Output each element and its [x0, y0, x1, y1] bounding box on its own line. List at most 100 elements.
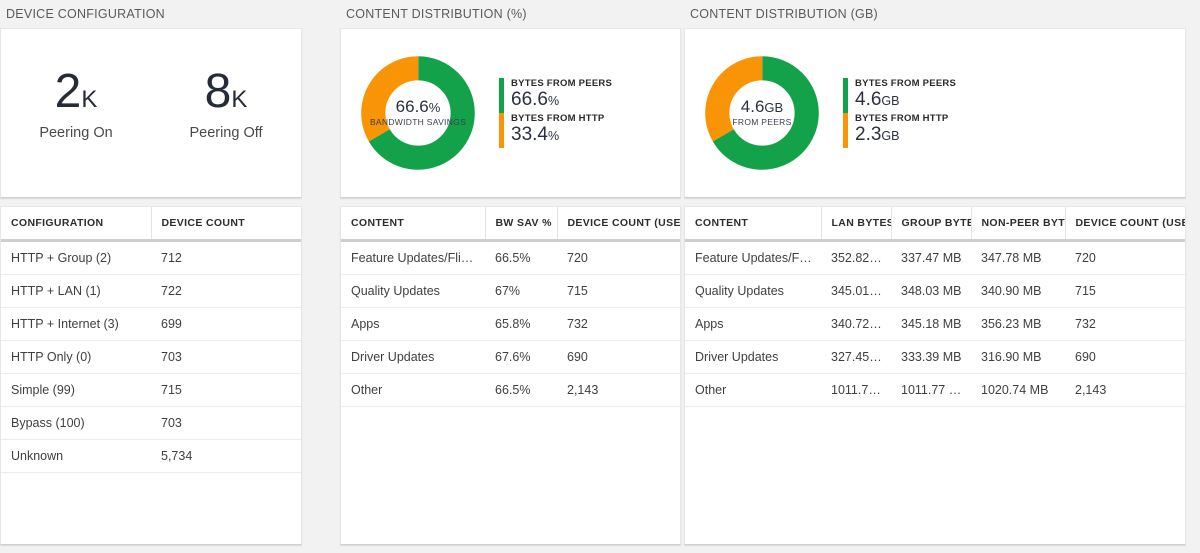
legend-item-bytes-from-peers[interactable]: BYTES FROM PEERS 66.6%: [499, 78, 612, 113]
table-cell: Other: [341, 373, 485, 407]
table-cell: Quality Updates: [685, 274, 821, 308]
legend-unit-bytes-from-peers: %: [547, 94, 560, 109]
kpi-peering-off-number: 8: [204, 64, 232, 118]
legend-item-bytes-from-http[interactable]: BYTES FROM HTTP 33.4%: [499, 113, 612, 148]
table-row[interactable]: Apps 65.8% 732: [341, 307, 680, 341]
table-row[interactable]: HTTP Only (0) 703: [1, 340, 301, 374]
table-cell: 690: [1065, 340, 1185, 374]
legend-texts: BYTES FROM HTTP 2.3GB: [855, 113, 948, 148]
table-cell: 337.47 MB: [891, 240, 971, 275]
table-cell: 720: [557, 240, 680, 275]
table-cell: 67.6%: [485, 340, 557, 374]
legend-texts: BYTES FROM PEERS 66.6%: [511, 78, 612, 113]
table-row[interactable]: Other 1011.75... 1011.77 MB 1020.74 MB 2,143: [685, 373, 1185, 407]
table-cell: 5,734: [151, 439, 301, 473]
table-cell: 1020.74 MB: [971, 373, 1065, 407]
table-cell: 340.90 MB: [971, 274, 1065, 308]
table-row[interactable]: Feature Updates/Flights 352.82 MB 337.47 M…: [685, 240, 1185, 275]
kpi-peering-on: 2K Peering On: [11, 67, 141, 141]
table-cell: 327.45 MB: [821, 340, 891, 374]
panel-content-distribution-percent: CONTENT DISTRIBUTION (%) 66.6% BANDWIDTH…: [340, 0, 681, 553]
column-header[interactable]: CONTENT: [341, 207, 486, 242]
donut-chart-gb[interactable]: 4.6GB FROM PEERS: [703, 54, 821, 172]
legend-number-bytes-from-peers: 66.6: [511, 89, 548, 111]
legend-value-bytes-from-peers: 4.6GB: [855, 89, 956, 111]
donut-segment-http: [705, 56, 819, 170]
table-cell: 65.8%: [485, 307, 557, 341]
table-cell: 699: [151, 307, 301, 341]
table-row[interactable]: HTTP + LAN (1) 722: [1, 274, 301, 308]
column-header[interactable]: DEVICE COUNT (USED P2P): [557, 207, 680, 242]
column-header[interactable]: DEVICE COUNT: [151, 207, 301, 242]
table-row[interactable]: Quality Updates 345.01 MB 348.03 MB 340.90 …: [685, 274, 1185, 308]
legend-unit-bytes-from-http: GB: [881, 128, 900, 143]
table-row[interactable]: Unknown 5,734: [1, 439, 301, 473]
device-configuration-kpi-card: 2K Peering On 8K Peering Off: [0, 28, 302, 198]
table-header-row: CONTENTBW SAV %DEVICE COUNT (USED P2P): [341, 207, 680, 242]
table-cell: 356.23 MB: [971, 307, 1065, 341]
legend-number-bytes-from-http: 2.3: [855, 123, 882, 145]
column-header[interactable]: NON-PEER BYTES: [971, 207, 1066, 242]
content-distribution-gb-table-card: CONTENTLAN BYTESGROUP BYTESNON-PEER BYTE…: [684, 206, 1186, 545]
table-cell: 345.01 MB: [821, 274, 891, 308]
kpi-peering-on-label: Peering On: [39, 124, 113, 141]
table-cell: Unknown: [1, 439, 151, 473]
table-row[interactable]: HTTP + Internet (3) 699: [1, 307, 301, 341]
table-cell: Bypass (100): [1, 406, 151, 440]
table-row[interactable]: Apps 340.72 MB 345.18 MB 356.23 MB 732: [685, 307, 1185, 341]
column-header[interactable]: BW SAV %: [485, 207, 558, 242]
legend-value-bytes-from-http: 33.4%: [511, 124, 604, 146]
table-row[interactable]: Other 66.5% 2,143: [341, 373, 680, 407]
panel-title-content-distribution-gb: CONTENT DISTRIBUTION (GB): [690, 7, 878, 21]
donut-svg-gb: [705, 56, 819, 170]
kpi-peering-off-suffix: K: [231, 85, 248, 113]
content-distribution-percent-table-card: CONTENTBW SAV %DEVICE COUNT (USED P2P) F…: [340, 206, 681, 545]
table-row[interactable]: Quality Updates 67% 715: [341, 274, 680, 308]
table-cell: HTTP + LAN (1): [1, 274, 151, 308]
table-cell: Feature Updates/Flights: [341, 240, 485, 275]
legend-swatch-orange-icon: [843, 113, 848, 148]
donut-wrap-percent: 66.6% BANDWIDTH SAVINGS BYTES FROM PEERS…: [341, 29, 680, 197]
table-row[interactable]: Driver Updates 67.6% 690: [341, 340, 680, 374]
table-cell: Apps: [341, 307, 485, 341]
donut-chart-percent[interactable]: 66.6% BANDWIDTH SAVINGS: [359, 54, 477, 172]
table-cell: 703: [151, 406, 301, 440]
table-head: CONTENTBW SAV %DEVICE COUNT (USED P2P): [341, 207, 680, 242]
dashboard: DEVICE CONFIGURATION 2K Peering On 8K Pe…: [0, 0, 1200, 553]
table-cell: Simple (99): [1, 373, 151, 407]
table-cell: 722: [151, 274, 301, 308]
donut-segment-http: [361, 56, 475, 170]
donut-legend-gb: BYTES FROM PEERS 4.6GB BYTES FROM HTTP 2…: [843, 78, 956, 148]
legend-swatch-orange-icon: [499, 113, 504, 148]
table-row[interactable]: Simple (99) 715: [1, 373, 301, 407]
table-row[interactable]: Driver Updates 327.45 MB 333.39 MB 316.90 M…: [685, 340, 1185, 374]
table-head: CONFIGURATION DEVICE COUNT: [1, 207, 301, 242]
panel-title-device-configuration: DEVICE CONFIGURATION: [6, 7, 165, 21]
table-cell: 1011.75...: [821, 373, 891, 407]
content-distribution-gb-chart-card: 4.6GB FROM PEERS BYTES FROM PEERS 4.6GB: [684, 28, 1186, 198]
table-row[interactable]: Bypass (100) 703: [1, 406, 301, 440]
column-header[interactable]: LAN BYTES: [821, 207, 892, 242]
legend-item-bytes-from-http[interactable]: BYTES FROM HTTP 2.3GB: [843, 113, 956, 148]
legend-texts: BYTES FROM PEERS 4.6GB: [855, 78, 956, 113]
table-row[interactable]: Feature Updates/Flights 66.5% 720: [341, 240, 680, 275]
table-cell: 703: [151, 340, 301, 374]
table-cell: 712: [151, 240, 301, 275]
table-cell: 732: [557, 307, 680, 341]
column-header[interactable]: CONFIGURATION: [1, 207, 152, 242]
table-cell: Driver Updates: [685, 340, 821, 374]
table-cell: HTTP + Group (2): [1, 240, 151, 275]
table-row[interactable]: HTTP + Group (2) 712: [1, 240, 301, 275]
column-header[interactable]: GROUP BYTES: [891, 207, 972, 242]
column-header[interactable]: CONTENT: [685, 207, 822, 242]
device-configuration-table-card: CONFIGURATION DEVICE COUNT HTTP + Group (…: [0, 206, 302, 545]
donut-legend-percent: BYTES FROM PEERS 66.6% BYTES FROM HTTP 3…: [499, 78, 612, 148]
legend-item-bytes-from-peers[interactable]: BYTES FROM PEERS 4.6GB: [843, 78, 956, 113]
legend-swatch-green-icon: [843, 78, 848, 113]
table-cell: 2,143: [557, 373, 680, 407]
content-distribution-percent-table: CONTENTBW SAV %DEVICE COUNT (USED P2P) F…: [341, 207, 680, 407]
legend-unit-bytes-from-http: %: [547, 128, 560, 143]
table-header-row: CONFIGURATION DEVICE COUNT: [1, 207, 301, 242]
table-cell: 347.78 MB: [971, 240, 1065, 275]
column-header[interactable]: DEVICE COUNT (USED P2P): [1065, 207, 1185, 242]
